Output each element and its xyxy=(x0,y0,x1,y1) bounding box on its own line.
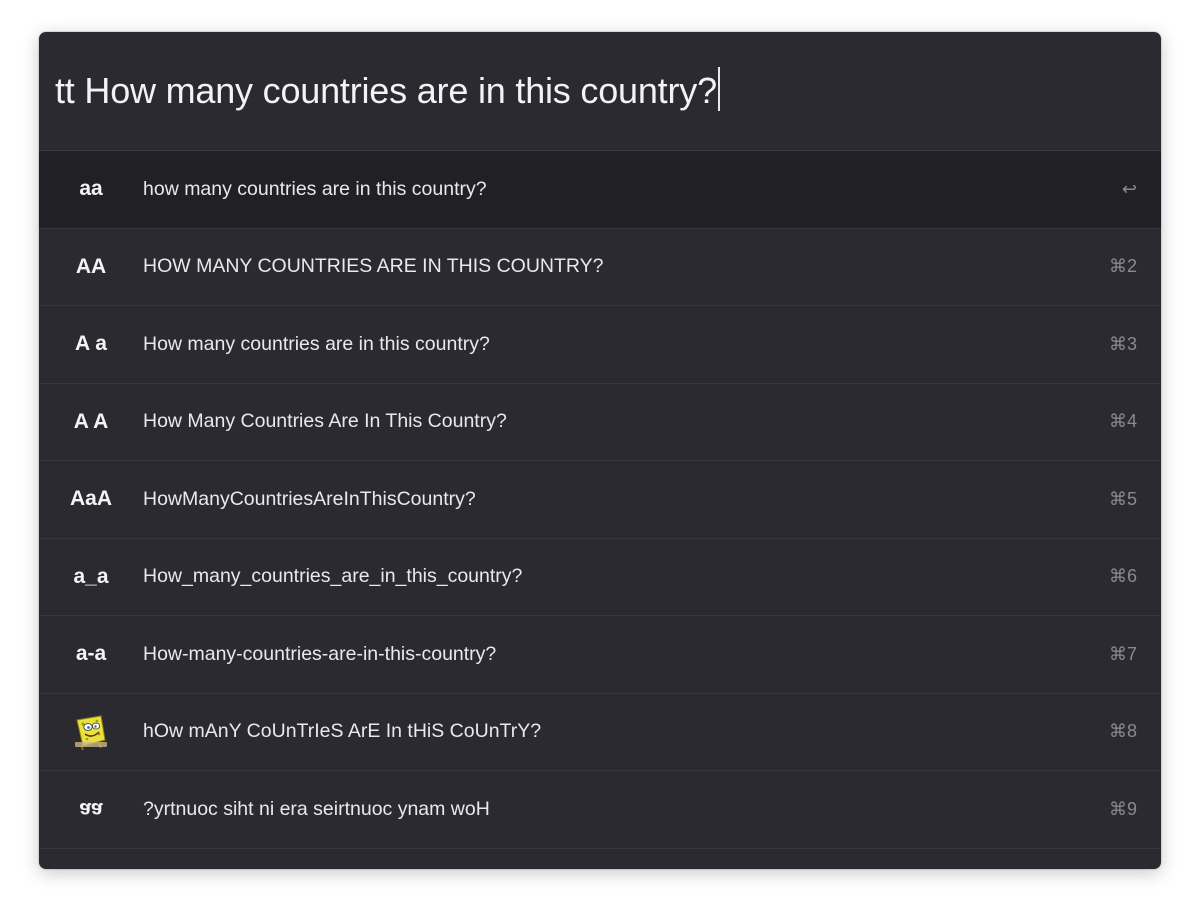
result-label: How many countries are in this country? xyxy=(143,332,490,355)
camel-case-icon: AaA xyxy=(69,487,112,511)
result-label: HOW MANY COUNTRIES ARE IN THIS COUNTRY? xyxy=(143,255,604,278)
shortcut-label: ⌘2 xyxy=(1108,256,1137,277)
result-uppercase[interactable]: AA HOW MANY COUNTRIES ARE IN THIS COUNTR… xyxy=(39,229,1161,306)
lowercase-icon: aa xyxy=(79,177,103,201)
result-label: ?yrtnuoc siht ni era seirtnuoc ynam woH xyxy=(143,797,490,820)
result-sentence-case[interactable]: A a How many countries are in this count… xyxy=(39,306,1161,384)
title-case-icon: A A xyxy=(73,409,109,433)
shortcut-label: ⌘7 xyxy=(1108,643,1137,664)
results-list: aa how many countries are in this countr… xyxy=(39,151,1161,849)
uppercase-icon: AA xyxy=(75,254,107,278)
search-bar[interactable]: tt How many countries are in this countr… xyxy=(39,32,1161,151)
result-label: HowManyCountriesAreInThisCountry? xyxy=(143,487,476,510)
result-snake-case[interactable]: a_a How_many_countries_are_in_this_count… xyxy=(39,539,1161,616)
spongebob-mocking-icon xyxy=(39,712,143,752)
shortcut-label: ⌘6 xyxy=(1108,566,1137,587)
snake-case-icon: a_a xyxy=(73,564,109,588)
search-input[interactable]: tt How many countries are in this countr… xyxy=(55,70,717,112)
result-kebab-case[interactable]: a-a How-many-countries-are-in-this-count… xyxy=(39,616,1161,694)
shortcut-label: ⌘8 xyxy=(1108,721,1137,742)
result-mocking-case[interactable]: hOw mAnY CoUnTrIeS ArE In tHiS CoUnTrY? … xyxy=(39,694,1161,771)
shortcut-label: ⌘5 xyxy=(1108,488,1137,509)
result-title-case[interactable]: A A How Many Countries Are In This Count… xyxy=(39,384,1161,461)
result-label: How_many_countries_are_in_this_country? xyxy=(143,565,523,588)
result-reversed[interactable]: aa ?yrtnuoc siht ni era seirtnuoc ynam w… xyxy=(39,771,1161,849)
text-caret xyxy=(717,67,720,111)
result-lowercase[interactable]: aa how many countries are in this countr… xyxy=(39,151,1161,229)
shortcut-label: ⌘4 xyxy=(1108,411,1137,432)
shortcut-label: ⌘9 xyxy=(1108,798,1137,819)
reverse-text-icon: aa xyxy=(79,798,103,822)
result-label: How Many Countries Are In This Country? xyxy=(143,410,507,433)
result-camel-case[interactable]: AaA HowManyCountriesAreInThisCountry? ⌘5 xyxy=(39,461,1161,539)
return-key-icon: ↩ xyxy=(1121,178,1137,199)
shortcut-label: ⌘3 xyxy=(1108,333,1137,354)
launcher-window: tt How many countries are in this countr… xyxy=(39,32,1161,869)
result-label: how many countries are in this country? xyxy=(143,177,487,200)
result-label: How-many-countries-are-in-this-country? xyxy=(143,642,497,665)
result-label: hOw mAnY CoUnTrIeS ArE In tHiS CoUnTrY? xyxy=(143,720,542,743)
sentence-case-icon: A a xyxy=(75,332,107,356)
kebab-case-icon: a-a xyxy=(75,642,107,666)
